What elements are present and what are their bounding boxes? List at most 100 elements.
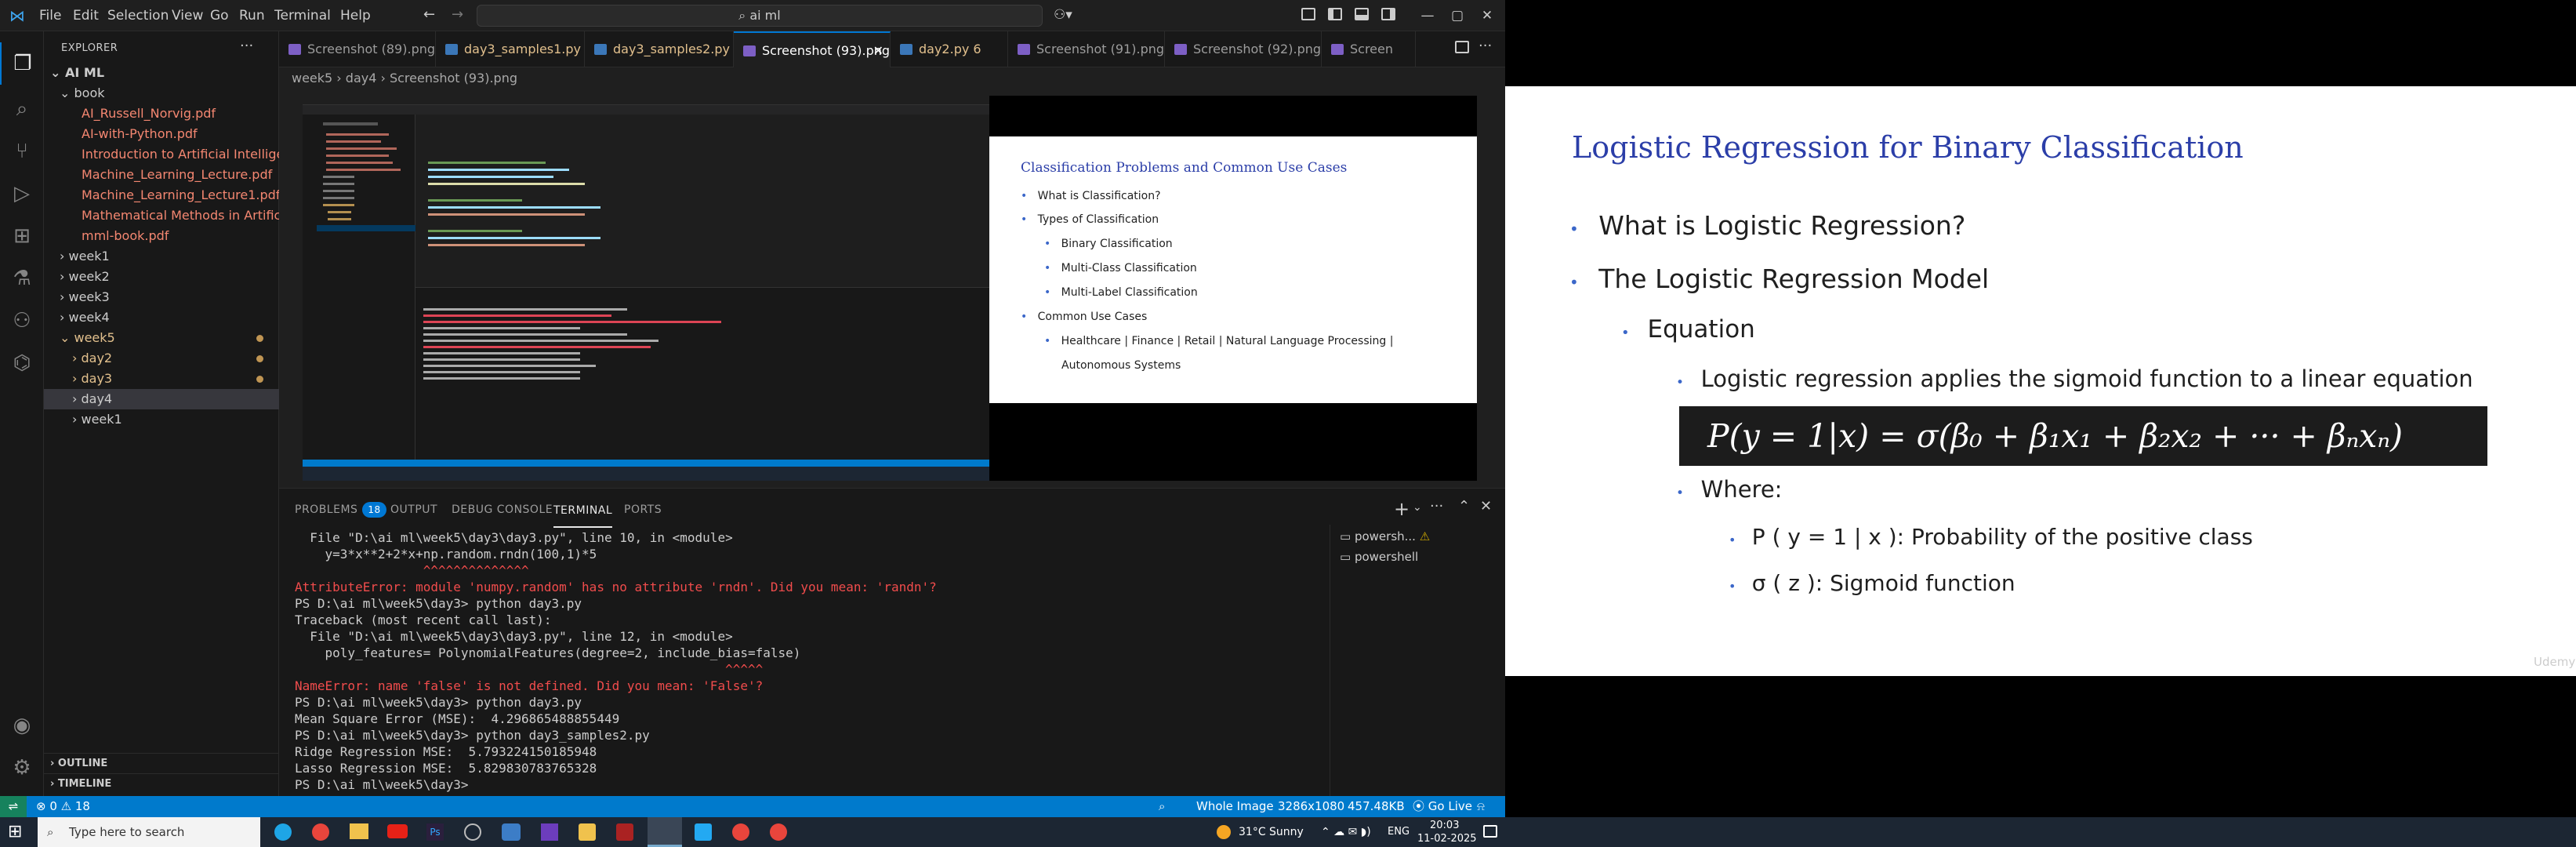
notifications-icon[interactable]: ⍾ bbox=[1477, 796, 1485, 817]
menu-go[interactable]: Go bbox=[210, 0, 229, 31]
file-item[interactable]: Machine_Learning_Lecture1.pdf bbox=[44, 185, 279, 205]
folder-root[interactable]: ⌄ AI ML bbox=[44, 63, 279, 83]
tab-day2[interactable]: day2.py 6 bbox=[891, 31, 1008, 67]
taskbar-app-icon[interactable]: Ps bbox=[426, 823, 444, 841]
maximize-panel-icon[interactable]: ⌃ bbox=[1458, 498, 1470, 514]
image-mode-status[interactable]: Whole Image bbox=[1196, 796, 1274, 817]
account-icon[interactable]: ◉ bbox=[0, 704, 44, 747]
slide-bullet: • σ ( z ): Sigmoid function bbox=[1729, 570, 2015, 596]
taskbar-app-icon[interactable] bbox=[695, 823, 712, 841]
system-tray-icons[interactable]: ⌃ ☁ ✉ ◗) bbox=[1321, 817, 1371, 847]
taskbar-app-icon[interactable] bbox=[648, 817, 682, 847]
run-debug-icon[interactable]: ▷ bbox=[0, 173, 44, 215]
image-file-icon bbox=[1331, 44, 1344, 55]
file-item[interactable]: AI_Russell_Norvig.pdf bbox=[44, 104, 279, 124]
taskbar-app-icon[interactable] bbox=[312, 823, 329, 841]
close-tab-icon[interactable]: ✕ bbox=[873, 33, 883, 67]
taskbar-app-icon[interactable] bbox=[541, 823, 558, 841]
menu-view[interactable]: View bbox=[172, 0, 203, 31]
toggle-secondary-sidebar-icon[interactable] bbox=[1381, 8, 1395, 20]
folder-day2[interactable]: › day2 bbox=[44, 348, 279, 369]
search-icon[interactable]: ⌕ bbox=[0, 88, 44, 130]
taskbar-app-icon[interactable] bbox=[770, 823, 787, 841]
menu-edit[interactable]: Edit bbox=[73, 0, 99, 31]
toggle-panel-icon[interactable] bbox=[1355, 8, 1369, 20]
language-indicator[interactable]: ENG bbox=[1388, 817, 1410, 847]
folder-week1[interactable]: › week1 bbox=[44, 246, 279, 267]
tab-day3-samples1[interactable]: day3_samples1.py 5 bbox=[436, 31, 585, 67]
layout-toggle-icon[interactable] bbox=[1301, 8, 1315, 20]
command-search-input[interactable]: ⌕ ai ml bbox=[477, 5, 1043, 27]
new-terminal-icon[interactable]: + bbox=[1394, 498, 1410, 520]
timeline-section[interactable]: › TIMELINE bbox=[44, 773, 279, 794]
folder-week4[interactable]: › week4 bbox=[44, 307, 279, 328]
terminal-output[interactable]: File "D:\ai ml\week5\day3\day3.py", line… bbox=[279, 525, 1330, 797]
back-arrow-icon[interactable]: ← bbox=[423, 6, 435, 23]
folder-week3[interactable]: › week3 bbox=[44, 287, 279, 307]
weather-icon[interactable] bbox=[1217, 825, 1231, 839]
tab-screenshot-92[interactable]: Screenshot (92).png bbox=[1165, 31, 1322, 67]
tab-screenshot-93[interactable]: Screenshot (93).png ✕ bbox=[734, 31, 891, 67]
taskbar-app-icon[interactable] bbox=[464, 823, 481, 841]
folder-day3[interactable]: › day3 bbox=[44, 369, 279, 389]
go-live-button[interactable]: ⦿ Go Live bbox=[1413, 796, 1472, 817]
tab-screenshot-overflow[interactable]: Screen bbox=[1322, 31, 1416, 67]
menu-file[interactable]: File bbox=[39, 0, 61, 31]
file-item[interactable]: Mathematical Methods in Artificia... bbox=[44, 205, 279, 226]
notification-center-icon[interactable] bbox=[1483, 825, 1497, 838]
tab-day3-samples2[interactable]: day3_samples2.py 7 bbox=[585, 31, 734, 67]
folder-week2[interactable]: › week2 bbox=[44, 267, 279, 287]
testing-icon[interactable]: ⚗ bbox=[0, 257, 44, 300]
file-item[interactable]: AI-with-Python.pdf bbox=[44, 124, 279, 144]
source-control-icon[interactable]: ⑂ bbox=[0, 130, 44, 173]
taskbar-app-icon[interactable] bbox=[274, 823, 292, 841]
menu-selection[interactable]: Selection bbox=[107, 0, 169, 31]
remote-icon[interactable]: ⇌ bbox=[0, 796, 27, 817]
taskbar-app-icon[interactable] bbox=[350, 823, 368, 839]
menu-terminal[interactable]: Terminal bbox=[274, 0, 331, 31]
menu-help[interactable]: Help bbox=[340, 0, 371, 31]
tab-screenshot-91[interactable]: Screenshot (91).png bbox=[1008, 31, 1165, 67]
extensions-icon[interactable]: ⊞ bbox=[0, 215, 44, 257]
folder-day4[interactable]: › day4 bbox=[44, 389, 279, 409]
windows-start-icon[interactable]: ⊞ bbox=[8, 823, 22, 841]
tab-screenshot-89[interactable]: Screenshot (89).png bbox=[279, 31, 436, 67]
taskbar-app-icon[interactable] bbox=[579, 823, 596, 841]
more-actions-icon[interactable]: ··· bbox=[240, 38, 253, 54]
copilot-icon[interactable]: ⚇▾ bbox=[1054, 7, 1072, 23]
terminal-item[interactable]: ▭ powersh... ⚠ bbox=[1340, 529, 1430, 543]
taskbar-app-icon[interactable] bbox=[502, 823, 521, 841]
clock-time[interactable]: 20:03 bbox=[1430, 820, 1459, 831]
close-panel-icon[interactable]: ✕ bbox=[1480, 498, 1492, 514]
terminal-dropdown-icon[interactable]: ⌄ bbox=[1413, 501, 1422, 514]
copilot-chat-icon[interactable]: ⚇ bbox=[0, 300, 44, 342]
folder-week5[interactable]: ⌄ week5 bbox=[44, 328, 279, 348]
zoom-icon[interactable]: ⌕ bbox=[1159, 796, 1165, 817]
toggle-sidebar-icon[interactable] bbox=[1328, 8, 1342, 20]
settings-gear-icon[interactable]: ⚙ bbox=[0, 747, 44, 789]
more-actions-icon[interactable]: ··· bbox=[1430, 498, 1443, 514]
tab-terminal[interactable]: TERMINAL bbox=[553, 493, 613, 528]
file-item[interactable]: Introduction to Artificial Intelligen... bbox=[44, 144, 279, 165]
explorer-icon[interactable]: ❐ bbox=[0, 42, 44, 85]
taskbar-app-icon[interactable] bbox=[732, 823, 749, 841]
more-actions-icon[interactable]: ··· bbox=[1478, 38, 1492, 54]
taskbar-search-box[interactable]: ⌕ Type here to search bbox=[38, 817, 260, 847]
split-editor-icon[interactable] bbox=[1455, 41, 1469, 53]
file-item[interactable]: mml-book.pdf bbox=[44, 226, 279, 246]
outline-section[interactable]: › OUTLINE bbox=[44, 753, 279, 773]
taskbar-app-icon[interactable] bbox=[387, 824, 408, 838]
problems-status[interactable]: ⊗ 0 ⚠ 18 bbox=[36, 796, 90, 817]
python-icon[interactable]: ⌬ bbox=[0, 342, 44, 384]
menu-run[interactable]: Run bbox=[239, 0, 265, 31]
weather-text[interactable]: 31°C Sunny bbox=[1239, 817, 1304, 847]
folder-week5-week1[interactable]: › week1 bbox=[44, 409, 279, 430]
terminal-item[interactable]: ▭ powershell bbox=[1340, 550, 1418, 564]
file-item[interactable]: Machine_Learning_Lecture.pdf bbox=[44, 165, 279, 185]
taskbar-app-icon[interactable] bbox=[616, 823, 633, 841]
clock-date[interactable]: 11-02-2025 bbox=[1417, 833, 1477, 845]
nested-code-lines bbox=[428, 130, 773, 256]
folder-book[interactable]: ⌄ book bbox=[44, 83, 279, 104]
close-window-button[interactable]: ✕ bbox=[1469, 0, 1505, 31]
forward-arrow-icon[interactable]: → bbox=[452, 6, 463, 23]
